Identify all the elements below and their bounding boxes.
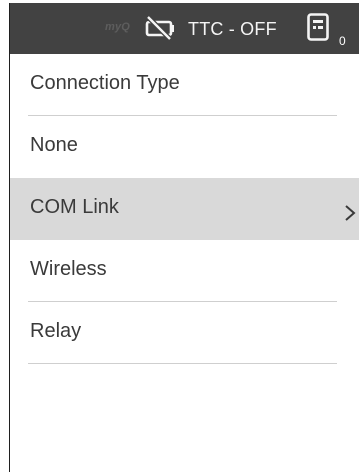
chevron-right-icon	[345, 205, 356, 221]
status-bar: myQ TTC - OFF 0	[10, 3, 359, 54]
car-off-icon	[145, 15, 174, 41]
menu-item-relay[interactable]: Relay	[10, 302, 359, 364]
menu-item-wireless[interactable]: Wireless	[10, 240, 359, 302]
menu-item-com-link[interactable]: COM Link	[10, 178, 359, 240]
app-frame: myQ TTC - OFF 0 Connection Type None COM…	[9, 3, 359, 472]
menu-item-label: COM Link	[30, 196, 119, 218]
ttc-status-text: TTC - OFF	[188, 19, 277, 39]
empty-list-area	[10, 364, 359, 424]
menu-heading: Connection Type	[10, 54, 359, 116]
connection-type-menu: Connection Type None COM Link Wireless R…	[10, 54, 359, 424]
menu-item-none[interactable]: None	[10, 116, 359, 178]
device-count-badge: 0	[339, 34, 346, 48]
handheld-device-icon[interactable]	[307, 13, 329, 41]
menu-item-label: None	[30, 134, 78, 156]
menu-heading-label: Connection Type	[30, 72, 180, 94]
menu-item-label: Relay	[30, 320, 82, 342]
brand-logo: myQ	[105, 21, 131, 33]
menu-item-label: Wireless	[30, 258, 107, 280]
